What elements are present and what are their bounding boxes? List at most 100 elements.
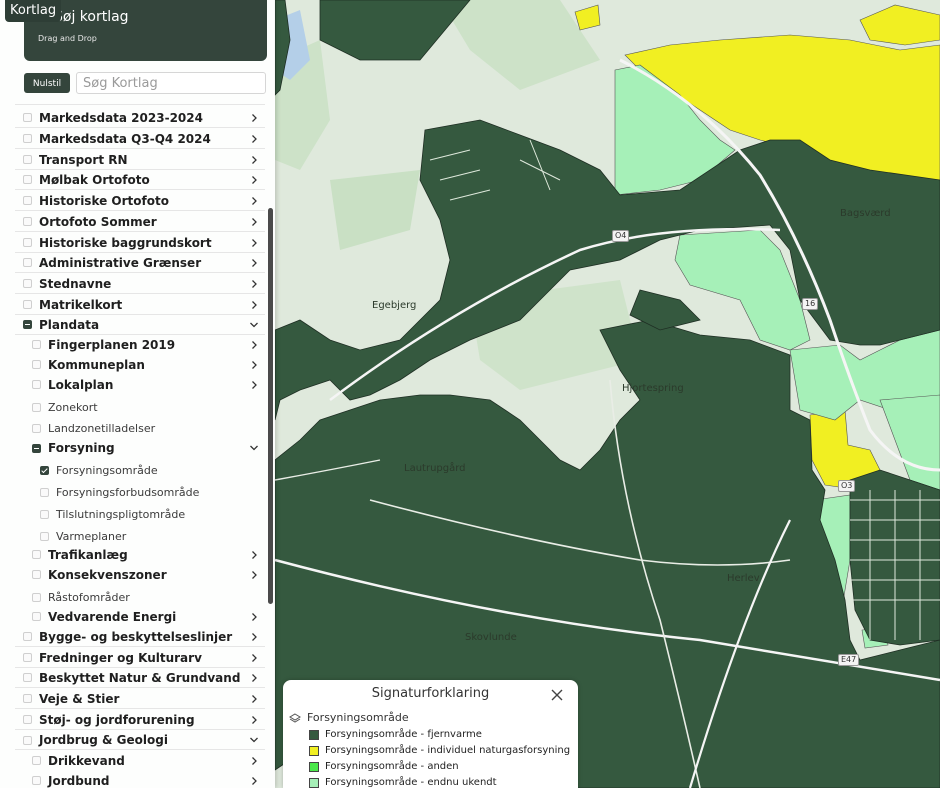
layer-checkbox[interactable]: [23, 217, 32, 226]
layer-item[interactable]: Støj- og jordforurening: [15, 710, 265, 730]
layer-item[interactable]: Kommuneplan: [15, 355, 265, 374]
kortlag-tab[interactable]: Kortlag: [5, 0, 62, 22]
layer-checkbox[interactable]: [23, 320, 32, 329]
chevron-right-icon[interactable]: [249, 340, 259, 350]
layer-checkbox[interactable]: [23, 735, 32, 745]
layer-item[interactable]: Stednavne: [15, 274, 265, 294]
layer-item[interactable]: Konsekvenszoner: [15, 565, 265, 584]
layer-item[interactable]: Bygge- og beskyttelseslinjer: [15, 627, 265, 647]
layer-checkbox[interactable]: [23, 238, 32, 247]
layer-item[interactable]: Markedsdata 2023-2024: [15, 108, 265, 128]
chevron-right-icon[interactable]: [249, 612, 259, 622]
layer-item[interactable]: Landzonetilladelser: [15, 418, 265, 438]
layer-checkbox[interactable]: [32, 340, 41, 349]
chevron-right-icon[interactable]: [249, 217, 259, 227]
chevron-right-icon[interactable]: [249, 715, 259, 725]
layer-item[interactable]: Fredninger og Kulturarv: [15, 648, 265, 668]
layer-item[interactable]: Forsyningsområde: [15, 460, 265, 480]
layer-checkbox[interactable]: [32, 776, 41, 785]
chevron-down-icon[interactable]: [249, 735, 259, 745]
layer-checkbox[interactable]: [32, 756, 41, 765]
layer-item[interactable]: Mølbak Ortofoto: [15, 170, 265, 190]
layer-checkbox[interactable]: [40, 487, 49, 497]
layer-checkbox[interactable]: [23, 673, 32, 682]
chevron-right-icon[interactable]: [249, 113, 259, 123]
layer-checkbox[interactable]: [32, 360, 41, 369]
layer-checkbox[interactable]: [23, 300, 32, 309]
layer-checkbox[interactable]: [40, 531, 49, 541]
chevron-right-icon[interactable]: [249, 776, 259, 786]
layer-checkbox[interactable]: [23, 694, 32, 703]
chevron-right-icon[interactable]: [249, 258, 259, 268]
chevron-right-icon[interactable]: [249, 360, 259, 370]
chevron-right-icon[interactable]: [249, 756, 259, 766]
chevron-right-icon[interactable]: [249, 300, 259, 310]
close-icon[interactable]: [549, 687, 565, 703]
layer-item[interactable]: Forsyningsforbudsområde: [15, 482, 265, 502]
layer-item[interactable]: Trafikanlæg: [15, 545, 265, 564]
layer-item[interactable]: Matrikelkort: [15, 295, 265, 315]
layer-checkbox[interactable]: [32, 402, 41, 412]
layer-item[interactable]: Forsyning: [15, 438, 265, 458]
layer-checkbox[interactable]: [23, 632, 32, 641]
layer-item[interactable]: Tilslutningspligtområde: [15, 504, 265, 524]
chevron-right-icon[interactable]: [249, 694, 259, 704]
layer-item[interactable]: Historiske baggrundskort: [15, 233, 265, 253]
layer-checkbox[interactable]: [23, 175, 32, 184]
layer-checkbox[interactable]: [32, 380, 41, 389]
layer-checkbox[interactable]: [23, 653, 32, 662]
layer-checkbox[interactable]: [23, 155, 32, 164]
layer-checkbox[interactable]: [32, 550, 41, 559]
chevron-right-icon[interactable]: [249, 238, 259, 248]
road-shield-o4: O4: [612, 230, 630, 242]
layer-item[interactable]: Transport RN: [15, 150, 265, 170]
layer-checkbox[interactable]: [23, 258, 32, 267]
chevron-right-icon[interactable]: [249, 380, 259, 390]
layer-item[interactable]: Lokalplan: [15, 375, 265, 394]
chevron-right-icon[interactable]: [249, 653, 259, 663]
chevron-right-icon[interactable]: [249, 279, 259, 289]
chevron-down-icon[interactable]: [249, 443, 259, 453]
chevron-right-icon[interactable]: [249, 175, 259, 185]
layer-checkbox[interactable]: [23, 279, 32, 288]
chevron-right-icon[interactable]: [249, 134, 259, 144]
layer-checkbox[interactable]: [32, 570, 41, 579]
layer-list-scrollbar[interactable]: [268, 208, 273, 604]
layer-item[interactable]: Veje & Stier: [15, 689, 265, 709]
chevron-right-icon[interactable]: [249, 550, 259, 560]
layer-item[interactable]: Drikkevand: [15, 751, 265, 770]
layer-item[interactable]: Råstofområder: [15, 587, 265, 607]
layer-checkbox[interactable]: [40, 465, 49, 475]
layer-item[interactable]: Jordbrug & Geologi: [15, 731, 265, 750]
layer-item[interactable]: Zonekort: [15, 397, 265, 417]
layer-search-input[interactable]: [76, 72, 266, 94]
layer-checkbox[interactable]: [32, 423, 41, 433]
layer-label: Beskyttet Natur & Grundvand: [39, 670, 241, 685]
layer-checkbox[interactable]: [23, 196, 32, 205]
layer-checkbox[interactable]: [23, 715, 32, 724]
layer-item[interactable]: Jordbund: [15, 771, 265, 788]
layer-item[interactable]: Plandata: [15, 315, 265, 335]
layer-checkbox[interactable]: [32, 592, 41, 602]
chevron-right-icon[interactable]: [249, 570, 259, 580]
layer-item[interactable]: Administrative Grænser: [15, 253, 265, 273]
layer-item[interactable]: Historiske Ortofoto: [15, 191, 265, 211]
layer-item[interactable]: Vedvarende Energi: [15, 607, 265, 626]
chevron-down-icon[interactable]: [249, 320, 259, 330]
layer-item[interactable]: Beskyttet Natur & Grundvand: [15, 668, 265, 688]
layer-item[interactable]: Ortofoto Sommer: [15, 212, 265, 232]
layer-checkbox[interactable]: [23, 113, 32, 122]
layer-checkbox[interactable]: [23, 134, 32, 143]
layer-item[interactable]: Varmeplaner: [15, 526, 265, 546]
chevron-right-icon[interactable]: [249, 632, 259, 642]
layer-checkbox[interactable]: [32, 612, 41, 621]
chevron-right-icon[interactable]: [249, 673, 259, 683]
reset-button[interactable]: Nulstil: [24, 73, 70, 93]
layer-item[interactable]: Fingerplanen 2019: [15, 335, 265, 354]
layer-checkbox[interactable]: [40, 509, 49, 519]
layer-item[interactable]: Markedsdata Q3-Q4 2024: [15, 129, 265, 149]
chevron-right-icon[interactable]: [249, 155, 259, 165]
layer-checkbox[interactable]: [32, 443, 41, 453]
layer-label: Varmeplaner: [56, 529, 127, 543]
chevron-right-icon[interactable]: [249, 196, 259, 206]
